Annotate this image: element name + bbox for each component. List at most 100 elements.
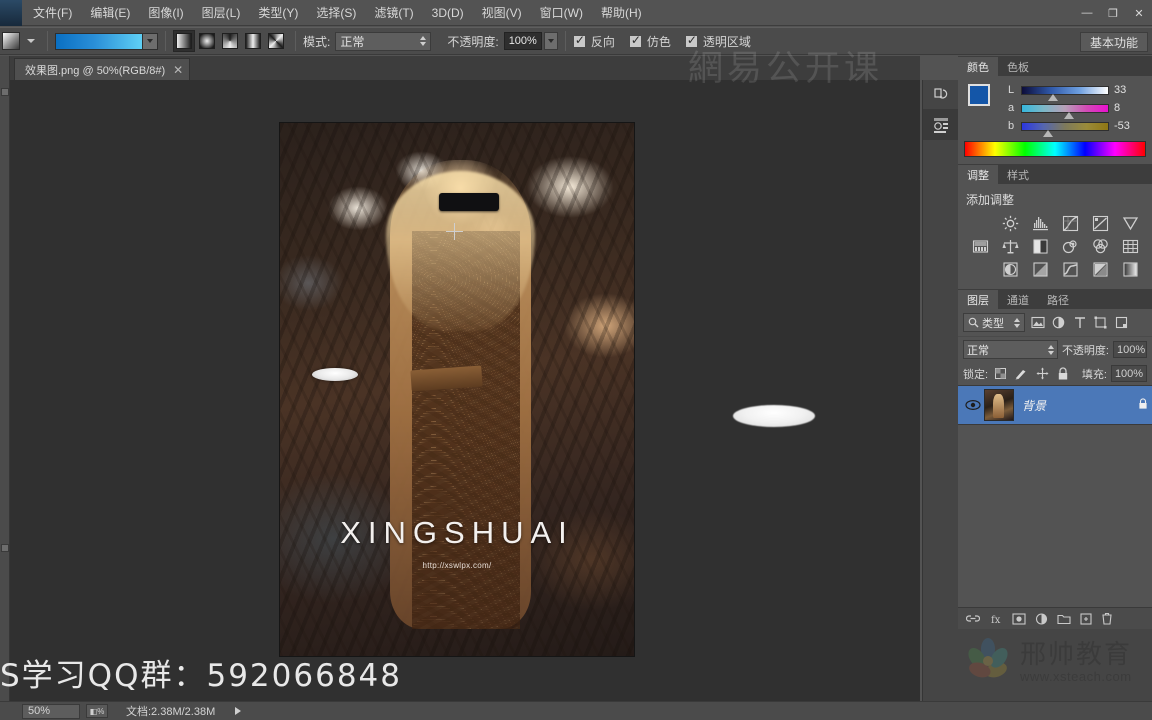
tab-channels[interactable]: 通道 — [998, 290, 1038, 309]
layer-visibility-toggle[interactable] — [962, 399, 984, 411]
gradient-type-radial[interactable] — [196, 30, 218, 52]
vibrance-icon[interactable] — [1120, 214, 1141, 233]
document-tab[interactable]: 效果图.png @ 50%(RGB/8#) ✕ — [14, 58, 191, 80]
tool-preset-picker[interactable] — [2, 31, 24, 51]
hue-saturation-icon[interactable] — [970, 237, 991, 256]
blend-mode-stepper-icon[interactable] — [420, 36, 427, 46]
dither-checkbox[interactable]: 仿色 — [628, 33, 671, 50]
new-fill-adjustment-icon[interactable] — [1035, 612, 1048, 625]
layer-name[interactable]: 背景 — [1022, 397, 1046, 414]
smart-object-filter-icon[interactable] — [1113, 314, 1130, 331]
tab-styles[interactable]: 样式 — [998, 165, 1038, 184]
delete-layer-icon[interactable] — [1101, 612, 1113, 625]
link-layers-icon[interactable] — [966, 613, 980, 625]
gradient-type-reflected[interactable] — [242, 30, 264, 52]
slider-track-a[interactable] — [1021, 103, 1109, 119]
lock-transparent-pixels-icon[interactable] — [992, 365, 1009, 382]
black-white-icon[interactable] — [1030, 237, 1051, 256]
new-group-icon[interactable] — [1057, 613, 1071, 625]
gradient-type-angle[interactable] — [219, 30, 241, 52]
gradient-type-linear[interactable] — [173, 30, 195, 52]
gradient-type-diamond[interactable] — [265, 30, 287, 52]
layer-style-icon[interactable]: fx — [989, 613, 1003, 625]
tool-preset-chevron-down-icon[interactable] — [27, 39, 35, 43]
type-layer-filter-icon[interactable] — [1071, 314, 1088, 331]
selective-color-icon[interactable] — [1090, 260, 1111, 279]
tab-layers[interactable]: 图层 — [958, 290, 998, 309]
slider-track-b[interactable] — [1021, 121, 1109, 137]
color-balance-icon[interactable] — [1000, 237, 1021, 256]
gradient-chevron-down-icon[interactable] — [143, 32, 158, 50]
foreground-background-swatches[interactable] — [968, 84, 1002, 118]
menu-item-select[interactable]: 选择(S) — [307, 1, 365, 25]
fill-value[interactable]: 100% — [1110, 365, 1147, 382]
layer-opacity-value[interactable]: 100% — [1113, 341, 1147, 358]
table-row[interactable]: 背景 — [958, 385, 1152, 425]
slider-track-L[interactable] — [1021, 85, 1109, 101]
menu-item-3d[interactable]: 3D(D) — [423, 1, 473, 25]
menu-item-view[interactable]: 视图(V) — [473, 1, 531, 25]
menu-item-type[interactable]: 类型(Y) — [249, 1, 307, 25]
lock-all-icon[interactable] — [1055, 365, 1072, 382]
restore-button[interactable]: ❐ — [1100, 3, 1126, 23]
pixel-layer-filter-icon[interactable] — [1029, 314, 1046, 331]
layer-filter-type-select[interactable]: 类型 — [963, 313, 1025, 332]
adjustment-layer-filter-icon[interactable] — [1050, 314, 1067, 331]
document-canvas[interactable]: XINGSHUAI http://xswlpx.com/ — [280, 123, 634, 656]
new-layer-icon[interactable] — [1080, 612, 1092, 625]
layer-filter-stepper-icon[interactable] — [1014, 317, 1020, 328]
blend-mode-select[interactable]: 正常 — [335, 31, 432, 51]
photo-filter-icon[interactable] — [1060, 237, 1081, 256]
tab-paths[interactable]: 路径 — [1038, 290, 1078, 309]
proof-colors-icon[interactable]: ◧% — [86, 704, 108, 718]
reverse-checkbox[interactable]: 反向 — [572, 33, 615, 50]
transparency-checkbox[interactable]: 透明区域 — [684, 33, 751, 50]
menu-item-file[interactable]: 文件(F) — [24, 1, 81, 25]
tab-color[interactable]: 颜色 — [958, 57, 998, 76]
slider-value-b[interactable]: -53 — [1114, 120, 1144, 132]
tool-marker-1[interactable] — [1, 88, 9, 96]
gradient-map-icon[interactable] — [1120, 260, 1141, 279]
layer-blend-stepper-icon[interactable] — [1047, 344, 1054, 355]
lock-image-pixels-icon[interactable] — [1013, 365, 1030, 382]
close-button[interactable]: ✕ — [1126, 3, 1152, 23]
posterize-icon[interactable] — [1030, 260, 1051, 279]
tool-marker-2[interactable] — [1, 544, 9, 552]
lock-position-icon[interactable] — [1034, 365, 1051, 382]
minimize-button[interactable]: — — [1074, 3, 1100, 23]
layer-blend-mode-select[interactable]: 正常 — [963, 340, 1058, 359]
invert-icon[interactable] — [1000, 260, 1021, 279]
foreground-color-swatch[interactable] — [968, 84, 990, 106]
tab-swatches[interactable]: 色板 — [998, 57, 1038, 76]
gradient-picker[interactable] — [55, 32, 158, 50]
menu-item-edit[interactable]: 编辑(E) — [81, 1, 139, 25]
layer-thumbnail[interactable] — [984, 389, 1014, 421]
menu-item-window[interactable]: 窗口(W) — [531, 1, 592, 25]
levels-icon[interactable] — [1030, 214, 1051, 233]
color-spectrum-ramp[interactable] — [964, 141, 1146, 157]
tools-panel-strip[interactable] — [0, 56, 10, 701]
close-icon[interactable]: ✕ — [173, 63, 183, 77]
threshold-icon[interactable] — [1060, 260, 1081, 279]
curves-icon[interactable] — [1060, 214, 1081, 233]
exposure-icon[interactable] — [1090, 214, 1111, 233]
tab-adjustments[interactable]: 调整 — [958, 165, 998, 184]
workspace-switcher-button[interactable]: 基本功能 — [1079, 32, 1148, 52]
brightness-contrast-icon[interactable] — [1000, 214, 1021, 233]
history-panel-icon[interactable] — [923, 80, 959, 110]
menu-item-image[interactable]: 图像(I) — [139, 1, 192, 25]
color-lookup-icon[interactable] — [1120, 237, 1141, 256]
opacity-input[interactable]: 100% — [503, 32, 542, 50]
gradient-preview[interactable] — [55, 32, 143, 50]
menu-item-help[interactable]: 帮助(H) — [592, 1, 651, 25]
shape-layer-filter-icon[interactable] — [1092, 314, 1109, 331]
canvas-area[interactable]: XINGSHUAI http://xswlpx.com/ — [10, 80, 920, 701]
status-chevron-right-icon[interactable] — [235, 707, 242, 715]
menu-item-layer[interactable]: 图层(L) — [193, 1, 250, 25]
slider-value-L[interactable]: 33 — [1114, 84, 1144, 96]
slider-value-a[interactable]: 8 — [1114, 102, 1144, 114]
zoom-level-input[interactable]: 50% — [22, 703, 80, 719]
properties-panel-icon[interactable] — [923, 110, 959, 140]
opacity-chevron-down-icon[interactable] — [543, 32, 558, 50]
menu-item-filter[interactable]: 滤镜(T) — [365, 1, 422, 25]
